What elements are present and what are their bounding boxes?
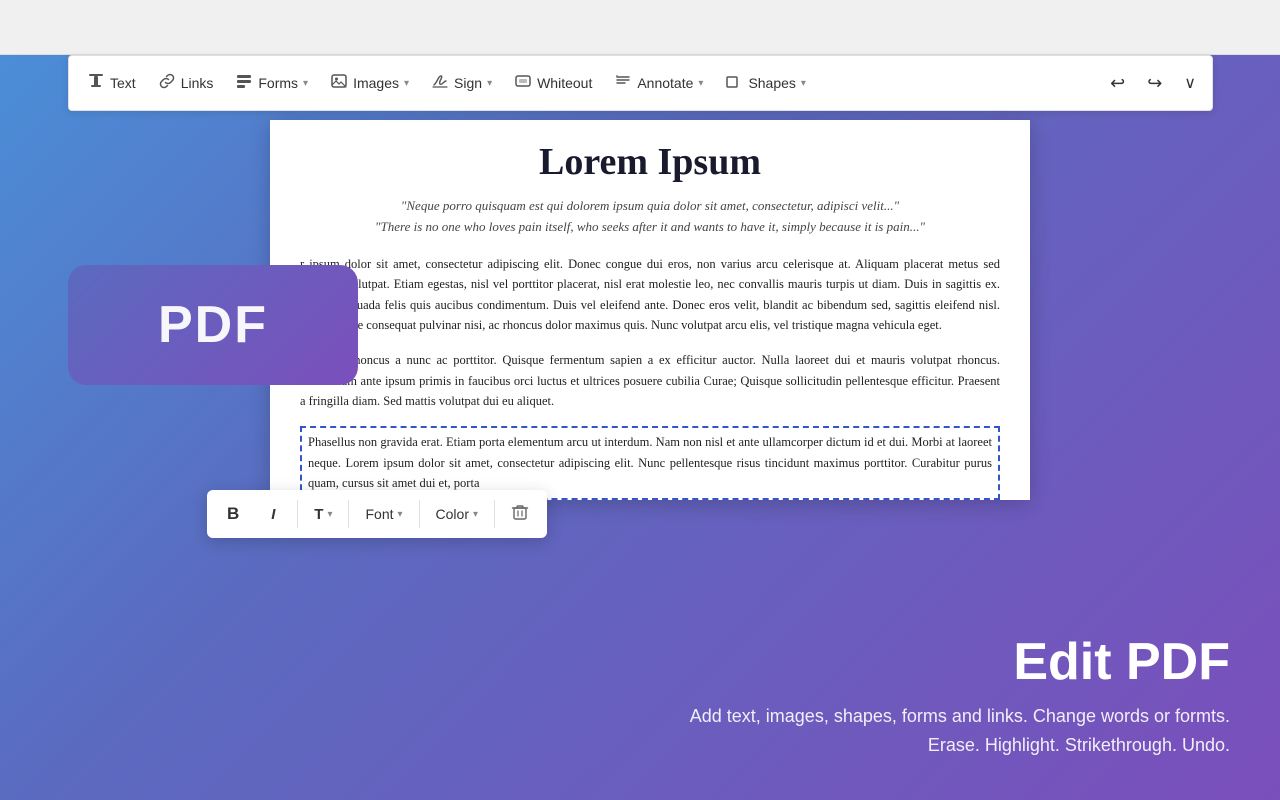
- more-button[interactable]: ∨: [1176, 69, 1204, 97]
- pdf-subtitle-line1: "Neque porro quisquam est qui dolorem ip…: [300, 196, 1000, 217]
- shapes-tool-label: Shapes: [748, 75, 795, 91]
- links-tool-button[interactable]: Links: [148, 66, 224, 101]
- delete-button[interactable]: [501, 497, 539, 532]
- edit-pdf-desc-line2: Erase. Highlight. Strikethrough. Undo.: [690, 731, 1230, 760]
- font-chevron-icon: ▾: [398, 509, 403, 520]
- pdf-content: Lorem Ipsum "Neque porro quisquam est qu…: [270, 120, 1030, 500]
- color-chevron-icon: ▾: [473, 509, 478, 520]
- text-tool-label: Text: [110, 75, 136, 91]
- forms-tool-button[interactable]: Forms ▾: [225, 66, 318, 101]
- sign-tool-button[interactable]: Sign ▾: [421, 66, 502, 101]
- sign-icon: [431, 72, 449, 95]
- bold-button[interactable]: B: [215, 496, 251, 532]
- format-separator-4: [494, 500, 495, 528]
- format-toolbar: B I T ▾ Font ▾ Color ▾: [207, 490, 547, 538]
- annotate-chevron-icon: ▾: [698, 78, 703, 89]
- font-dropdown[interactable]: Font ▾: [355, 500, 412, 528]
- delete-icon: [511, 503, 529, 526]
- edit-pdf-desc-line1: Add text, images, shapes, forms and link…: [690, 702, 1230, 731]
- redo-icon: ↪: [1147, 73, 1162, 94]
- sign-chevron-icon: ▾: [487, 78, 492, 89]
- pdf-title: Lorem Ipsum: [300, 140, 1000, 184]
- font-size-dropdown[interactable]: T ▾: [304, 500, 342, 529]
- pdf-body: r ipsum dolor sit amet, consectetur adip…: [300, 254, 1000, 500]
- format-separator-2: [348, 500, 349, 528]
- whiteout-icon: [514, 72, 532, 95]
- top-bar: [0, 0, 1280, 55]
- italic-label: I: [271, 506, 275, 523]
- forms-tool-label: Forms: [258, 75, 298, 91]
- undo-icon: ↩: [1110, 73, 1125, 94]
- redo-button[interactable]: ↪: [1139, 69, 1170, 98]
- color-label: Color: [436, 506, 469, 522]
- color-dropdown[interactable]: Color ▾: [426, 500, 489, 528]
- pdf-subtitle-line2: "There is no one who loves pain itself, …: [300, 217, 1000, 238]
- sign-tool-label: Sign: [454, 75, 482, 91]
- pdf-subtitle: "Neque porro quisquam est qui dolorem ip…: [300, 196, 1000, 238]
- shapes-tool-button[interactable]: Shapes ▾: [715, 66, 816, 101]
- undo-button[interactable]: ↩: [1102, 69, 1133, 98]
- shapes-icon: [725, 72, 743, 95]
- pdf-paragraph-3: Phasellus non gravida erat. Etiam porta …: [300, 426, 1000, 500]
- shapes-chevron-icon: ▾: [801, 78, 806, 89]
- pdf-badge: PDF: [68, 265, 358, 385]
- bold-label: B: [227, 504, 239, 524]
- whiteout-tool-label: Whiteout: [537, 75, 592, 91]
- edit-pdf-title: Edit PDF: [690, 632, 1230, 692]
- images-chevron-icon: ▾: [404, 78, 409, 89]
- main-toolbar: Text Links Forms ▾: [68, 55, 1213, 111]
- images-tool-button[interactable]: Images ▾: [320, 66, 419, 101]
- italic-button[interactable]: I: [255, 496, 291, 532]
- format-separator-3: [419, 500, 420, 528]
- text-tool-button[interactable]: Text: [77, 66, 146, 101]
- images-icon: [330, 72, 348, 95]
- font-size-arrow: ▾: [327, 509, 332, 520]
- edit-pdf-description: Add text, images, shapes, forms and link…: [690, 702, 1230, 760]
- whiteout-tool-button[interactable]: Whiteout: [504, 66, 602, 101]
- pdf-document: Lorem Ipsum "Neque porro quisquam est qu…: [270, 120, 1030, 500]
- edit-pdf-section: Edit PDF Add text, images, shapes, forms…: [690, 632, 1230, 760]
- annotate-tool-label: Annotate: [637, 75, 693, 91]
- pdf-badge-text: PDF: [158, 295, 268, 355]
- text-icon: [87, 72, 105, 95]
- annotate-icon: [614, 72, 632, 95]
- toolbar-actions: ↩ ↪ ∨: [1102, 69, 1204, 98]
- links-tool-label: Links: [181, 75, 214, 91]
- font-label: Font: [365, 506, 393, 522]
- pdf-paragraph-1: r ipsum dolor sit amet, consectetur adip…: [300, 254, 1000, 337]
- more-icon: ∨: [1184, 73, 1196, 93]
- pdf-paragraph-2: Vivamus rhoncus a nunc ac porttitor. Qui…: [300, 350, 1000, 412]
- forms-icon: [235, 72, 253, 95]
- links-icon: [158, 72, 176, 95]
- images-tool-label: Images: [353, 75, 399, 91]
- annotate-tool-button[interactable]: Annotate ▾: [604, 66, 713, 101]
- pdf-selected-text[interactable]: Phasellus non gravida erat. Etiam porta …: [300, 426, 1000, 500]
- font-size-icon: T: [314, 506, 323, 523]
- format-separator-1: [297, 500, 298, 528]
- forms-chevron-icon: ▾: [303, 78, 308, 89]
